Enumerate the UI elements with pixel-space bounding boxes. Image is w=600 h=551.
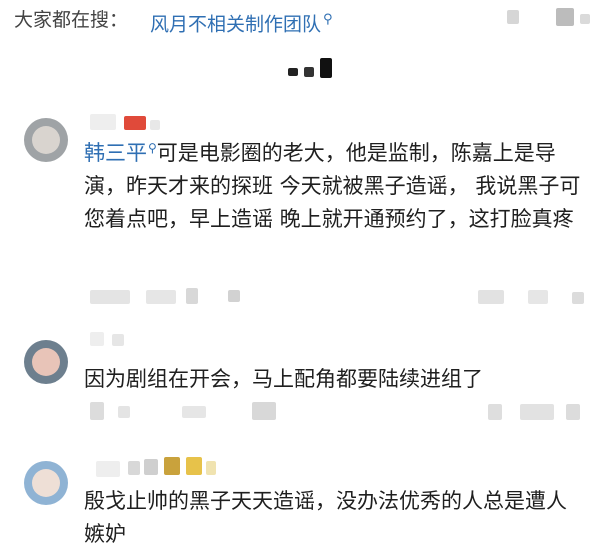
pixelated-redaction [150, 120, 160, 130]
trending-search-link[interactable]: 风月不相关制作团队 ⚲ [150, 0, 333, 44]
comment-body: 殷戈止帅的黑子天天造谣，没办法优秀的人总是遭人嫉妒 [84, 489, 567, 546]
comment-text: 因为剧组在开会，马上配角都要陆续进组了 [84, 363, 584, 396]
avatar[interactable] [24, 340, 68, 384]
pixelated-redaction [128, 461, 140, 475]
pixelated-redaction [146, 290, 176, 304]
pixelated-redaction [566, 404, 580, 420]
avatar[interactable] [24, 461, 68, 505]
pixelated-redaction [304, 67, 314, 77]
pixelated-redaction [572, 292, 584, 304]
trending-search-query: 风月不相关制作团队 [150, 13, 322, 36]
comment-body: 因为剧组在开会，马上配角都要陆续进组了 [84, 367, 483, 391]
comment-text: 殷戈止帅的黑子天天造谣，没办法优秀的人总是遭人嫉妒 [84, 485, 584, 551]
pixelated-redaction [186, 288, 198, 304]
pixelated-redaction [206, 461, 216, 475]
pixelated-redaction [288, 68, 298, 76]
comment-item: 韩三平⚲可是电影圈的老大，他是监制，陈嘉上是导演，昨天才来的探班 今天就被黑子造… [0, 112, 600, 280]
pixelated-redaction [96, 461, 120, 477]
pixelated-redaction [144, 459, 158, 475]
pixelated-redaction [118, 406, 130, 418]
pixelated-redaction [520, 404, 554, 420]
comment-item: 殷戈止帅的黑子天天造谣，没办法优秀的人总是遭人嫉妒 [0, 455, 600, 547]
pixelated-redaction [320, 58, 332, 78]
pixelated-redaction [580, 14, 590, 24]
pixelated-redaction [556, 8, 574, 26]
avatar[interactable] [24, 118, 68, 162]
pixelated-redaction [90, 402, 104, 420]
pixelated-redaction [182, 406, 206, 418]
pixelated-redaction [124, 116, 146, 130]
pixelated-redaction [528, 290, 548, 304]
comment-item: 因为剧组在开会，马上配角都要陆续进组了 [0, 330, 600, 400]
trending-search-label: 大家都在搜： [14, 9, 129, 31]
pixelated-redaction [90, 114, 116, 130]
pixelated-redaction [488, 404, 502, 420]
pixelated-redaction [112, 334, 124, 346]
pixelated-redaction [228, 290, 240, 302]
pixelated-redaction [90, 290, 130, 304]
comment-text: 韩三平⚲可是电影圈的老大，他是监制，陈嘉上是导演，昨天才来的探班 今天就被黑子造… [84, 132, 584, 236]
pixelated-redaction [164, 457, 180, 475]
search-icon: ⚲ [323, 12, 333, 27]
pixelated-redaction [186, 457, 202, 475]
comment-username[interactable]: 韩三平⚲ [84, 141, 157, 165]
search-icon: ⚲ [148, 141, 157, 155]
pixelated-redaction [507, 10, 519, 24]
comment-body: 可是电影圈的老大，他是监制，陈嘉上是导演，昨天才来的探班 今天就被黑子造谣， 我… [84, 141, 581, 231]
pixelated-redaction [252, 402, 276, 420]
pixelated-redaction [478, 290, 504, 304]
pixelated-redaction [90, 332, 104, 346]
